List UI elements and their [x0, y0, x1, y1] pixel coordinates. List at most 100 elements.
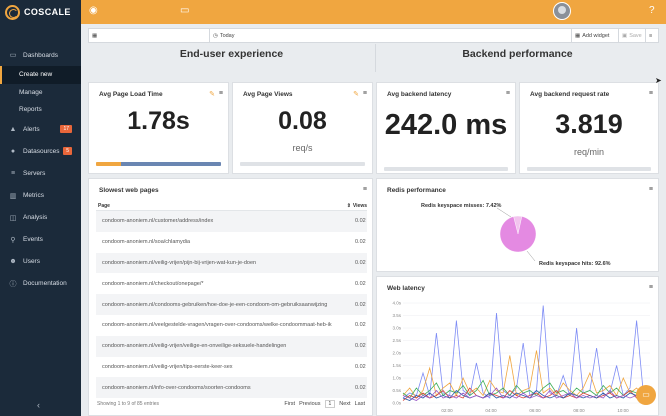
brand[interactable]: COSCALE: [0, 0, 81, 24]
sidebar-subitem-reports[interactable]: Reports: [0, 101, 81, 119]
chart-icon: ▥: [9, 192, 17, 200]
widget-redis-performance: Redis performance ≡ Redis keyspace misse…: [376, 178, 659, 272]
sidebar-item-datasources[interactable]: ● Datasources 5: [0, 141, 81, 163]
widget-menu-icon[interactable]: ≡: [363, 90, 367, 97]
collapse-sidebar-icon[interactable]: ‹: [37, 400, 40, 410]
page-views-value: 0.02: [355, 301, 366, 308]
x-tick-label: 02:00: [441, 408, 453, 413]
table-row[interactable]: condoom-anoniem.nl/veilig-vrijen/veilige…: [96, 335, 367, 357]
pencil-icon[interactable]: ✎: [353, 90, 359, 98]
widget-menu-icon[interactable]: ≡: [219, 90, 223, 97]
metric-value: 1.78s: [127, 107, 190, 135]
today-button[interactable]: ◷ Today: [209, 29, 238, 42]
sidebar-item-dashboards[interactable]: ▭ Dashboards: [0, 44, 81, 66]
pencil-icon[interactable]: ✎: [209, 90, 215, 98]
table-row[interactable]: condoom-anoniem.nl/condooms-gebruiken/ho…: [96, 294, 367, 315]
y-tick-label: 1.5s: [392, 363, 401, 368]
column-header-views[interactable]: Views: [353, 203, 367, 209]
y-tick-label: 4.0s: [392, 301, 401, 306]
metric-value: 242.0 ms: [384, 109, 508, 141]
add-widget-label: Add widget: [582, 32, 610, 39]
page-url: condoom-anoniem.nl/condooms-gebruiken/ho…: [102, 301, 328, 308]
sidebar-item-servers[interactable]: ≡ Servers: [0, 163, 81, 185]
pie-leader-line: [496, 207, 512, 218]
calendar-icon[interactable]: ▦: [89, 29, 100, 42]
alerts-badge: 17: [60, 124, 72, 133]
y-tick-label: 2.0s: [392, 351, 401, 356]
widget-menu-icon[interactable]: ≡: [506, 90, 510, 97]
widget-title: Slowest web pages: [99, 187, 159, 194]
save-button[interactable]: ▣ Save: [618, 29, 645, 42]
clock-icon: ◷: [213, 32, 218, 39]
page-views-value: 0.02: [355, 384, 366, 391]
widget-title: Avg backend latency: [387, 91, 452, 98]
page-views-value: 0.02: [355, 280, 366, 287]
display-icon[interactable]: ▭: [180, 5, 189, 16]
x-tick-label: 10:00: [617, 408, 629, 413]
progress-segment: [96, 162, 121, 166]
y-tick-label: 3.5s: [392, 313, 401, 318]
table-row[interactable]: condoom-anoniem.nl/veilig-vrijen/tips-ee…: [96, 357, 367, 378]
x-tick-label: 04:00: [485, 408, 497, 413]
pager-last[interactable]: Last: [355, 401, 365, 407]
help-icon[interactable]: ?: [649, 5, 655, 16]
sidebar-item-metrics[interactable]: ▥ Metrics: [0, 185, 81, 207]
server-icon: ≡: [10, 170, 16, 177]
pie-label-hits: Redis keyspace hits: 92.6%: [539, 261, 611, 267]
pager-next[interactable]: Next: [339, 401, 350, 407]
add-widget-button[interactable]: ▦ Add widget: [571, 29, 612, 42]
metric-value: 3.819: [555, 109, 623, 139]
sidebar-subitem-create-new[interactable]: Create new: [0, 66, 81, 84]
menu-icon[interactable]: ≡: [645, 29, 655, 42]
sidebar-item-documentation[interactable]: ⓘ Documentation: [0, 273, 81, 295]
sidebar-item-events[interactable]: ⚲ Events: [0, 229, 81, 251]
sidebar-item-label: Metrics: [23, 192, 44, 199]
table-row[interactable]: condoom-anoniem.nl/veilig-vrijen/pijn-bi…: [96, 252, 367, 274]
sidebar-item-alerts[interactable]: ▲ Alerts 17: [0, 119, 81, 141]
sort-icon[interactable]: ⇕: [347, 203, 351, 209]
page-url: condoom-anoniem.nl/veilig-vrijen/tips-ee…: [102, 363, 233, 370]
column-header-page[interactable]: Page: [98, 203, 110, 209]
pager-previous[interactable]: Previous: [299, 401, 320, 407]
table-row[interactable]: condoom-anoniem.nl/checkout/onepage/* 0.0…: [96, 273, 367, 294]
sidebar-item-users[interactable]: ☻ Users: [0, 251, 81, 273]
widget-title: Avg Page Views: [243, 91, 293, 98]
progress-bar: [96, 162, 221, 166]
sidebar-item-label: Events: [23, 236, 43, 243]
sidebar-item-label: Analysis: [23, 214, 48, 221]
widget-menu-icon[interactable]: ≡: [363, 186, 367, 193]
table-row[interactable]: condoom-anoniem.nl/info-over-condooms/so…: [96, 377, 367, 399]
dashboard-icon[interactable]: ◉: [89, 5, 98, 16]
mouse-cursor-icon: ➤: [655, 76, 662, 85]
page-url: condoom-anoniem.nl/info-over-condooms/so…: [102, 384, 251, 391]
page-views-value: 0.02: [355, 363, 366, 370]
pager-page-select[interactable]: 1: [324, 400, 336, 408]
chat-icon[interactable]: ▭: [636, 385, 656, 405]
grid-icon: ▦: [575, 32, 581, 39]
y-tick-label: 3.0s: [392, 326, 401, 331]
widget-avg-page-views: Avg Page Views ✎ ≡ 0.08 req/s: [232, 82, 373, 174]
widget-menu-icon[interactable]: ≡: [649, 90, 653, 97]
table-row[interactable]: condoom-anoniem.nl/veelgestelde-vragen/v…: [96, 315, 367, 336]
widget-avg-backend-request-rate: Avg backend request rate ≡ 3.819 req/min: [519, 82, 659, 174]
progress-bar: [240, 162, 365, 166]
table-row[interactable]: condoom-anoniem.nl/soa/chlamydia 0.02: [96, 232, 367, 253]
page-views-value: 0.02: [355, 343, 366, 350]
table-body: condoom-anoniem.nl/customer/address/inde…: [96, 211, 367, 399]
section-title-end-user: End-user experience: [179, 48, 284, 60]
globe-icon: ●: [10, 148, 16, 155]
page-views-value: 0.02: [355, 259, 366, 266]
pie-label-misses: Redis keyspace misses: 7.42%: [421, 203, 502, 209]
widget-avg-backend-latency: Avg backend latency ≡ 242.0 ms: [376, 82, 516, 174]
sidebar-item-label: Alerts: [23, 126, 40, 133]
sidebar-item-analysis[interactable]: ◫ Analysis: [0, 207, 81, 229]
section-title-backend: Backend performance: [462, 48, 573, 60]
sidebar-item-label: Servers: [23, 170, 46, 177]
pager-first[interactable]: First: [284, 401, 295, 407]
sidebar-subitem-manage[interactable]: Manage: [0, 84, 81, 102]
table-row[interactable]: condoom-anoniem.nl/customer/address/inde…: [96, 211, 367, 232]
metric-unit: req/min: [573, 147, 604, 157]
avatar[interactable]: [553, 2, 571, 20]
save-label: Save: [629, 32, 642, 39]
table-header: Page ⇕ Views: [96, 201, 367, 211]
